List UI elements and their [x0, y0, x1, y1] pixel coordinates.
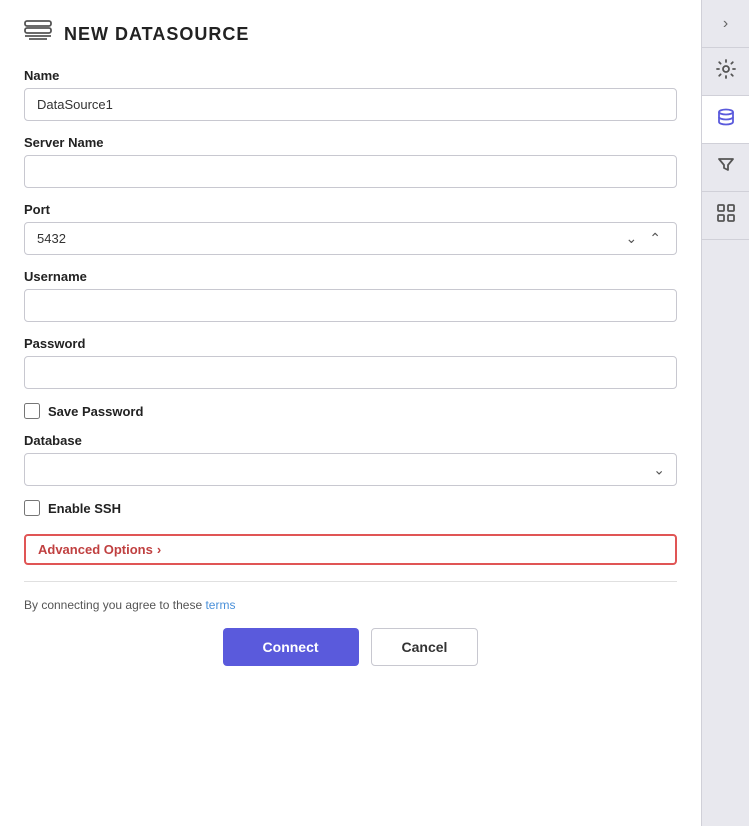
sidebar: › [701, 0, 749, 826]
advanced-options-button[interactable]: Advanced Options › [24, 534, 677, 565]
footer-text-label: By connecting you agree to these [24, 598, 205, 612]
chevron-right-icon: › [723, 15, 728, 33]
header: NEW DATASOURCE [24, 20, 677, 48]
divider [24, 581, 677, 582]
save-password-checkbox[interactable] [24, 403, 40, 419]
terms-link[interactable]: terms [205, 598, 235, 612]
port-label: Port [24, 202, 677, 217]
port-up-button[interactable]: ⌃ [645, 228, 665, 249]
advanced-options-label: Advanced Options [38, 542, 153, 557]
connect-button[interactable]: Connect [223, 628, 359, 666]
database-icon [716, 107, 736, 132]
server-label: Server Name [24, 135, 677, 150]
username-group: Username [24, 269, 677, 322]
database-group: Database ⌄ [24, 433, 677, 486]
port-group: Port ⌄ ⌃ [24, 202, 677, 255]
enable-ssh-checkbox[interactable] [24, 500, 40, 516]
settings-alt-icon [716, 203, 736, 228]
password-group: Password [24, 336, 677, 389]
enable-ssh-label[interactable]: Enable SSH [48, 501, 121, 516]
datasource-icon [24, 20, 52, 48]
sidebar-item-settings-alt[interactable] [702, 192, 749, 240]
name-label: Name [24, 68, 677, 83]
server-input[interactable] [24, 155, 677, 188]
page-title: NEW DATASOURCE [64, 24, 249, 45]
enable-ssh-row: Enable SSH [24, 500, 677, 516]
cancel-button[interactable]: Cancel [371, 628, 479, 666]
gear-icon [716, 59, 736, 84]
main-panel: NEW DATASOURCE Name Server Name Port ⌄ ⌃… [0, 0, 701, 826]
password-label: Password [24, 336, 677, 351]
name-group: Name [24, 68, 677, 121]
sidebar-item-chevron[interactable]: › [702, 0, 749, 48]
sidebar-item-database[interactable] [702, 96, 749, 144]
username-label: Username [24, 269, 677, 284]
database-label: Database [24, 433, 677, 448]
server-group: Server Name [24, 135, 677, 188]
database-wrapper: ⌄ [24, 453, 677, 486]
password-input[interactable] [24, 356, 677, 389]
sidebar-item-filter[interactable] [702, 144, 749, 192]
save-password-row: Save Password [24, 403, 677, 419]
username-input[interactable] [24, 289, 677, 322]
action-buttons: Connect Cancel [24, 628, 677, 666]
port-arrows: ⌄ ⌃ [622, 228, 665, 249]
port-input[interactable] [24, 222, 677, 255]
filter-icon [717, 156, 735, 179]
port-down-button[interactable]: ⌄ [622, 228, 642, 249]
sidebar-item-settings[interactable] [702, 48, 749, 96]
footer-text: By connecting you agree to these terms [24, 598, 677, 612]
port-wrapper: ⌄ ⌃ [24, 222, 677, 255]
advanced-options-chevron-icon: › [157, 542, 161, 557]
name-input[interactable] [24, 88, 677, 121]
save-password-label[interactable]: Save Password [48, 404, 143, 419]
database-select[interactable] [24, 453, 677, 486]
